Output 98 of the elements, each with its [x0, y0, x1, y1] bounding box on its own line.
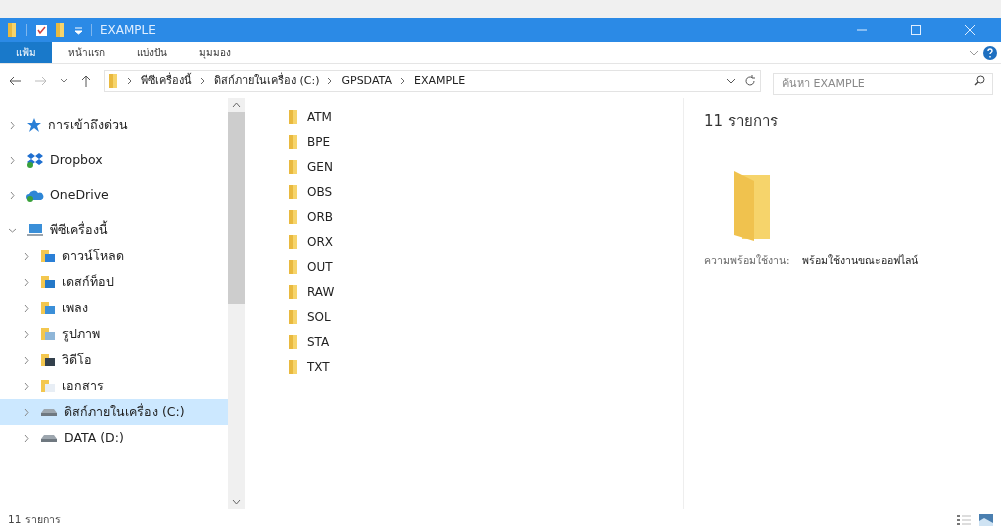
folder-icon	[289, 284, 299, 299]
nav-item[interactable]: การเข้าถึงด่วน	[0, 112, 228, 138]
maximize-icon[interactable]	[911, 25, 921, 35]
nav-label: รูปภาพ	[62, 324, 100, 344]
folder-icon	[289, 134, 299, 149]
folder-icon	[289, 159, 299, 174]
folder-icon	[289, 259, 299, 274]
ribbon-tab[interactable]: หน้าแรก	[52, 42, 121, 63]
large-icons-view-icon[interactable]	[979, 514, 993, 526]
folder-icon	[8, 23, 18, 37]
dropbox-icon	[26, 152, 44, 168]
pictures-folder-icon	[40, 327, 56, 341]
folder-item[interactable]: ORB	[289, 204, 341, 229]
properties-icon[interactable]	[35, 23, 48, 37]
forward-arrow-icon[interactable]	[34, 75, 48, 87]
nav-item[interactable]: ดิสก์ภายในเครื่อง (C:)	[0, 399, 228, 425]
drive-icon	[40, 432, 58, 444]
breadcrumb-chevron-icon[interactable]	[200, 77, 206, 85]
nav-label: เดสก์ท็อป	[62, 272, 114, 291]
scroll-up-icon[interactable]	[232, 102, 241, 108]
documents-folder-icon	[40, 379, 56, 393]
cloud-icon	[26, 188, 44, 202]
refresh-icon[interactable]	[744, 75, 756, 87]
folder-item[interactable]: ATM	[289, 104, 340, 129]
breadcrumb-chevron-icon[interactable]	[327, 77, 334, 85]
scrollbar[interactable]	[228, 98, 245, 509]
folder-icon	[289, 309, 299, 324]
nav-label: เพลง	[62, 298, 88, 317]
folder-item[interactable]: SOL	[289, 304, 339, 329]
nav-label: เอกสาร	[62, 376, 104, 395]
nav-label: วิดีโอ	[62, 350, 92, 369]
folder-icon	[289, 234, 299, 249]
search-field[interactable]: ค้นหา EXAMPLE	[773, 72, 993, 95]
music-folder-icon	[40, 301, 56, 315]
nav-item[interactable]: วิดีโอ	[0, 347, 228, 373]
nav-item[interactable]: DATA (D:)	[0, 425, 228, 451]
breadcrumb[interactable]: ดิสก์ภายในเครื่อง (C:)	[214, 72, 320, 90]
nav-item[interactable]: เอกสาร	[0, 373, 228, 399]
nav-item[interactable]: รูปภาพ	[0, 321, 228, 347]
folder-icon	[289, 109, 299, 124]
ribbon-tab[interactable]: แบ่งปัน	[121, 42, 183, 63]
close-icon[interactable]	[965, 25, 975, 35]
dropdown-icon[interactable]	[74, 25, 83, 35]
nav-label: Dropbox	[50, 150, 103, 169]
folder-icon	[289, 359, 299, 374]
folder-icon	[289, 184, 299, 199]
status-item-count: 11 รายการ	[8, 512, 61, 528]
address-bar[interactable]: พีซีเครื่องนี้ ดิสก์ภายในเครื่อง (C:) GPSDATA EXAMPLE	[104, 70, 761, 92]
availability-label: ความพร้อมใช้งาน:	[704, 252, 790, 268]
folder-item[interactable]: ORX	[289, 229, 341, 254]
nav-item[interactable]: เพลง	[0, 295, 228, 321]
nav-item[interactable]: ดาวน์โหลด	[0, 243, 228, 269]
search-icon[interactable]	[974, 75, 985, 86]
window-title: EXAMPLE	[100, 22, 156, 39]
item-count: 11 รายการ	[704, 111, 779, 132]
folder-item[interactable]: BPE	[289, 129, 339, 154]
nav-label: DATA (D:)	[64, 428, 124, 447]
recent-dropdown-icon[interactable]	[60, 77, 68, 85]
up-arrow-icon[interactable]	[80, 74, 92, 88]
nav-label: ดาวน์โหลด	[62, 246, 124, 265]
details-view-icon[interactable]	[957, 514, 971, 526]
nav-item[interactable]: Dropbox	[0, 147, 228, 173]
computer-icon	[26, 223, 44, 237]
help-icon[interactable]	[983, 45, 997, 60]
availability-value: พร้อมใช้งานขณะออฟไลน์	[801, 252, 918, 268]
folder-icon	[289, 209, 299, 224]
video-folder-icon	[40, 353, 56, 367]
breadcrumb-chevron-icon[interactable]	[127, 77, 133, 85]
folder-item[interactable]: OBS	[289, 179, 341, 204]
breadcrumb[interactable]: EXAMPLE	[413, 72, 466, 90]
nav-label: ดิสก์ภายในเครื่อง (C:)	[64, 402, 185, 421]
nav-label: พีซีเครื่องนี้	[50, 220, 108, 239]
folder-item[interactable]: OUT	[289, 254, 341, 279]
desktop-folder-icon	[40, 275, 56, 289]
nav-label: OneDrive	[50, 185, 109, 204]
folder-item[interactable]: TXT	[289, 354, 338, 379]
nav-item[interactable]: OneDrive	[0, 182, 228, 208]
scroll-down-icon[interactable]	[232, 499, 241, 505]
folder-item[interactable]: STA	[289, 329, 338, 354]
nav-item[interactable]: เดสก์ท็อป	[0, 269, 228, 295]
new-folder-icon	[56, 23, 66, 37]
ribbon-tab[interactable]: แฟ้ม	[0, 42, 52, 63]
breadcrumb[interactable]: GPSDATA	[341, 72, 392, 90]
drive-icon	[40, 406, 58, 418]
back-arrow-icon[interactable]	[8, 75, 22, 87]
downloads-folder-icon	[40, 249, 56, 263]
breadcrumb[interactable]: พีซีเครื่องนี้	[141, 72, 192, 90]
folder-item[interactable]: RAW	[289, 279, 343, 304]
folder-preview-icon	[734, 170, 772, 241]
breadcrumb-chevron-icon[interactable]	[399, 77, 406, 85]
nav-label: การเข้าถึงด่วน	[48, 115, 128, 134]
address-dropdown-icon[interactable]	[726, 77, 736, 85]
folder-item[interactable]: GEN	[289, 154, 341, 179]
folder-icon	[109, 74, 119, 88]
star-icon	[26, 117, 42, 133]
nav-item[interactable]: พีซีเครื่องนี้	[0, 217, 228, 243]
folder-icon	[289, 334, 299, 349]
ribbon-tab[interactable]: มุมมอง	[183, 42, 247, 63]
